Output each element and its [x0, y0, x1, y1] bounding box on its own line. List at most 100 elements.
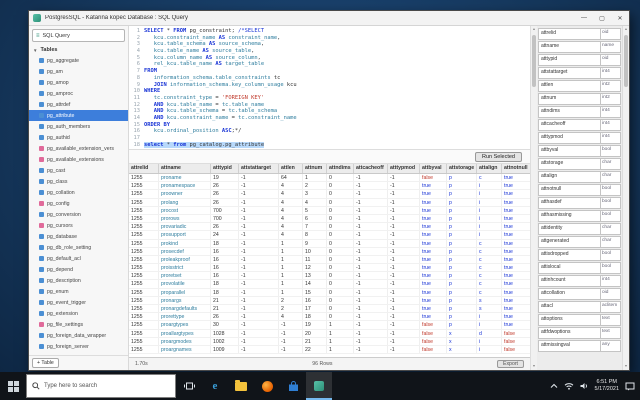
- table-row[interactable]: 1255 pronargs 21 -1 2 16 0 -1 -1 true p s true: [129, 296, 530, 305]
- editor-line[interactable]: 16 kcu.ordinal_position ASC;*/: [129, 128, 530, 135]
- sidebar-item-pg_authid[interactable]: pg_authid: [29, 132, 128, 143]
- table-row[interactable]: 1255 pronargdefaults 21 -1 2 17 0 -1 -1 true p s tru…: [129, 305, 530, 314]
- sidebar-item-pg_am[interactable]: pg_am: [29, 66, 128, 77]
- column-meta-row[interactable]: attstattarget int4: [538, 67, 621, 79]
- editor-line[interactable]: 4 kcu.table_name AS source_table,: [129, 48, 530, 55]
- sql-editor[interactable]: 1 SELECT * FROM pg_constraint; /*SELECT 2 …: [129, 26, 530, 150]
- sidebar-item-pg_conversion[interactable]: pg_conversion: [29, 209, 128, 220]
- editor-line[interactable]: 3 kcu.table_schema AS source_schema,: [129, 41, 530, 48]
- sidebar-item-pg_foreign_data_wrapper[interactable]: pg_foreign_data_wrapper: [29, 330, 128, 341]
- table-row[interactable]: 1255 proname 19 -1 64 1 0 -1 -1 false p c true: [129, 174, 530, 183]
- table-row[interactable]: 1255 prosecdef 16 -1 1 10 0 -1 -1 true p c true: [129, 247, 530, 256]
- column-meta-row[interactable]: attrelid oid: [538, 28, 621, 40]
- taskbar-item-file-explorer[interactable]: [228, 372, 254, 400]
- table-row[interactable]: 1255 prorows 700 -1 4 6 0 -1 -1 true p i true: [129, 214, 530, 224]
- sidebar-item-pg_attribute[interactable]: pg_attribute: [29, 110, 128, 121]
- main-scrollbar[interactable]: ▲ ▼: [530, 26, 537, 370]
- editor-line[interactable]: 14 AND kcu.constraint_name = tc.constrai…: [129, 115, 530, 122]
- column-meta-row[interactable]: attnum int2: [538, 93, 621, 105]
- column-header[interactable]: attnum: [303, 164, 327, 173]
- editor-line[interactable]: 1 SELECT * FROM pg_constraint; /*SELECT: [129, 28, 530, 35]
- start-button[interactable]: [0, 372, 26, 400]
- sidebar-item-pg_depend[interactable]: pg_depend: [29, 264, 128, 275]
- titlebar[interactable]: PostgresSQL - Katarina kopec Database : …: [29, 11, 629, 26]
- action-center-button[interactable]: [625, 382, 635, 391]
- column-meta-row[interactable]: atttypmod int4: [538, 132, 621, 144]
- maximize-button[interactable]: ▢: [593, 11, 611, 26]
- scroll-down-icon[interactable]: ▼: [531, 363, 537, 370]
- column-header[interactable]: attstattarget: [239, 164, 279, 173]
- sidebar-item-pg_foreign_server[interactable]: pg_foreign_server: [29, 341, 128, 352]
- column-meta-row[interactable]: attgenerated char: [538, 236, 621, 248]
- column-meta-row[interactable]: attcollation oid: [538, 288, 621, 300]
- table-row[interactable]: 1255 proowner 26 -1 4 3 0 -1 -1 true p i true: [129, 190, 530, 199]
- sidebar-item-pg_default_acl[interactable]: pg_default_acl: [29, 253, 128, 264]
- editor-line[interactable]: 13 AND kcu.table_schema = tc.table_schem…: [129, 108, 530, 115]
- editor-line[interactable]: 18 select * from pg_catalog.pg_attribute: [129, 141, 530, 149]
- column-meta-row[interactable]: attalign char: [538, 171, 621, 183]
- column-header[interactable]: attnotnull: [502, 164, 531, 173]
- column-header[interactable]: attbyval: [420, 164, 447, 173]
- sidebar-item-pg_attrdef[interactable]: pg_attrdef: [29, 99, 128, 110]
- table-row[interactable]: 1255 provolatile 18 -1 1 14 0 -1 -1 true p c true: [129, 280, 530, 289]
- sidebar-item-pg_database[interactable]: pg_database: [29, 231, 128, 242]
- taskbar-item-edge[interactable]: e: [202, 372, 228, 400]
- sidebar-item-pg_collation[interactable]: pg_collation: [29, 187, 128, 198]
- sidebar-item-pg_cast[interactable]: pg_cast: [29, 165, 128, 176]
- sidebar-item-pg_aggregate[interactable]: pg_aggregate: [29, 55, 128, 66]
- scrollbar-thumb[interactable]: [532, 35, 536, 87]
- table-row[interactable]: 1255 prosupport 24 -1 4 8 0 -1 -1 true p i true: [129, 231, 530, 240]
- column-meta-row[interactable]: atttypid oid: [538, 54, 621, 66]
- table-row[interactable]: 1255 proleakproof 16 -1 1 11 0 -1 -1 true p c true: [129, 255, 530, 265]
- sidebar-item-pg_description[interactable]: pg_description: [29, 275, 128, 286]
- task-view-button[interactable]: [176, 372, 202, 400]
- scroll-down-icon[interactable]: ▼: [623, 363, 629, 370]
- column-meta-row[interactable]: attoptions text: [538, 314, 621, 326]
- editor-line[interactable]: 17: [129, 135, 530, 142]
- column-meta-row[interactable]: attbyval bool: [538, 145, 621, 157]
- column-meta-row[interactable]: attislocal bool: [538, 262, 621, 274]
- column-header[interactable]: attstorage: [447, 164, 477, 173]
- column-meta-row[interactable]: attstorage char: [538, 158, 621, 170]
- column-meta-row[interactable]: attnotnull bool: [538, 184, 621, 196]
- editor-line[interactable]: 7 FROM: [129, 68, 530, 75]
- sidebar-item-pg_db_role_setting[interactable]: pg_db_role_setting: [29, 242, 128, 253]
- column-meta-row[interactable]: attinhcount int4: [538, 275, 621, 287]
- sidebar-item-pg_class[interactable]: pg_class: [29, 176, 128, 187]
- column-header[interactable]: attalign: [477, 164, 502, 173]
- column-header[interactable]: atttypid: [211, 164, 239, 173]
- column-meta-row[interactable]: attlen int2: [538, 80, 621, 92]
- sidebar-item-pg_available_extension_vers[interactable]: pg_available_extension_vers: [29, 143, 128, 154]
- table-row[interactable]: 1255 provariadic 26 -1 4 7 0 -1 -1 true p i true: [129, 223, 530, 232]
- sidebar-item-pg_cursors[interactable]: pg_cursors: [29, 220, 128, 231]
- column-header[interactable]: attlen: [279, 164, 303, 173]
- scrollbar-thumb[interactable]: [624, 35, 628, 87]
- column-header[interactable]: attrelid: [129, 164, 159, 173]
- column-header[interactable]: attndims: [327, 164, 354, 173]
- column-header[interactable]: atttypmod: [388, 164, 420, 173]
- table-row[interactable]: 1255 proargmodes 1002 -1 -1 21 1 -1 -1 false x i fal…: [129, 337, 530, 346]
- sidebar-item-pg_available_extensions[interactable]: pg_available_extensions: [29, 154, 128, 165]
- editor-line[interactable]: 6 rel_kcu.table_name AS target_table: [129, 61, 530, 68]
- column-meta-row[interactable]: atthasmissing bool: [538, 210, 621, 222]
- table-row[interactable]: 1255 proargtypes 30 -1 -1 19 1 -1 -1 false p i true: [129, 321, 530, 330]
- network-button[interactable]: [564, 382, 574, 390]
- column-meta-row[interactable]: attname name: [538, 41, 621, 53]
- taskbar-item-firefox[interactable]: [254, 372, 280, 400]
- sidebar-item-pg_enum[interactable]: pg_enum: [29, 286, 128, 297]
- minimize-button[interactable]: —: [575, 11, 593, 26]
- table-row[interactable]: 1255 prorettype 26 -1 4 18 0 -1 -1 true p i true: [129, 313, 530, 322]
- editor-line[interactable]: 10 WHERE: [129, 88, 530, 95]
- sidebar-item-pg_amop[interactable]: pg_amop: [29, 77, 128, 88]
- run-selected-button[interactable]: Run Selected: [474, 151, 522, 162]
- tray-overflow-button[interactable]: [550, 383, 558, 389]
- volume-button[interactable]: [580, 382, 589, 390]
- sidebar-item-pg_file_settings[interactable]: pg_file_settings: [29, 319, 128, 330]
- column-meta-row[interactable]: atthasdef bool: [538, 197, 621, 209]
- table-row[interactable]: 1255 prolang 26 -1 4 4 0 -1 -1 true p i true: [129, 198, 530, 207]
- close-button[interactable]: ✕: [611, 11, 629, 26]
- editor-line[interactable]: 15 ORDER BY: [129, 122, 530, 129]
- table-row[interactable]: 1255 proparallel 18 -1 1 15 0 -1 -1 true p c true: [129, 288, 530, 297]
- table-row[interactable]: 1255 proargnames 1009 -1 -1 22 1 -1 -1 false x i fal…: [129, 345, 530, 355]
- column-meta-row[interactable]: attmissingval any: [538, 340, 621, 352]
